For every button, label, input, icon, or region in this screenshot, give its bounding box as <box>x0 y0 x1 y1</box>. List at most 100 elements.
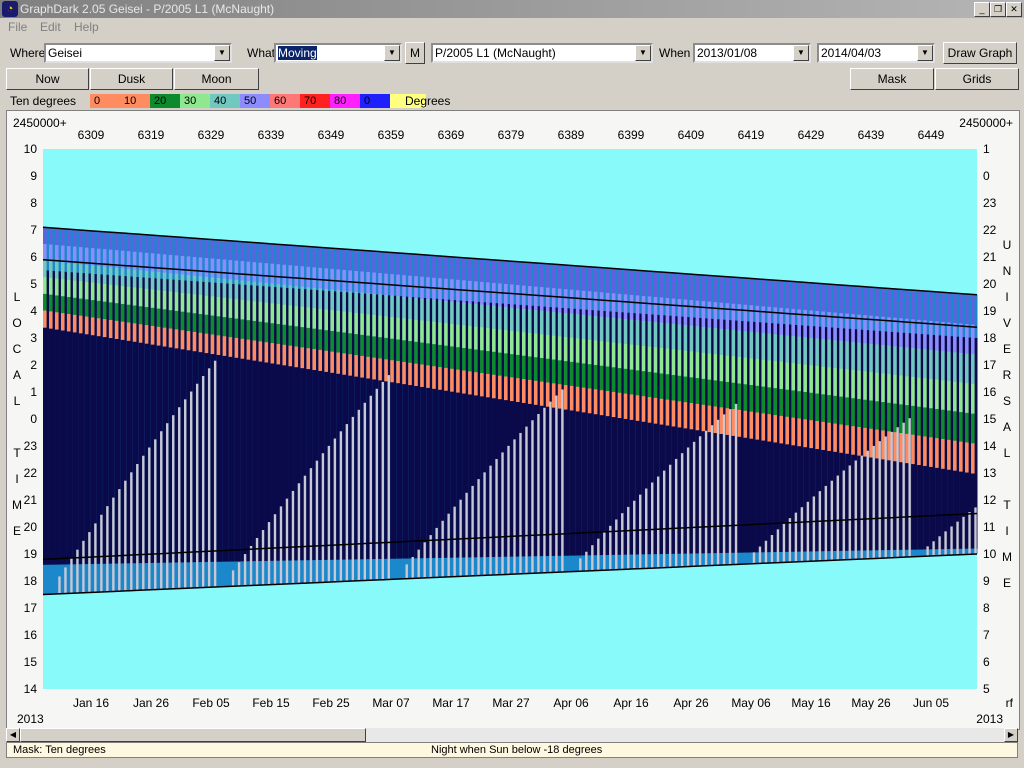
altitude-band <box>84 230 89 249</box>
altitude-band <box>228 260 233 280</box>
altitude-band <box>138 270 143 289</box>
mask-button[interactable]: Mask <box>850 68 934 90</box>
chevron-down-icon[interactable]: ▼ <box>635 45 651 61</box>
right-tick-label: 22 <box>983 223 997 237</box>
altitude-band <box>348 354 352 376</box>
moon-bar <box>650 482 654 569</box>
altitude-band <box>647 371 652 398</box>
altitude-band <box>318 349 323 371</box>
altitude-band <box>821 339 825 368</box>
altitude-band <box>414 319 418 343</box>
altitude-band <box>737 304 742 332</box>
draw-graph-button[interactable]: Draw Graph <box>943 42 1017 64</box>
what-select[interactable]: Moving ▼ <box>274 43 402 63</box>
altitude-band <box>917 377 921 408</box>
altitude-band <box>90 265 95 284</box>
altitude-band <box>312 308 317 330</box>
altitude-band <box>635 395 640 421</box>
altitude-band <box>132 251 137 271</box>
altitude-band <box>641 270 646 297</box>
altitude-band <box>150 271 155 291</box>
right-tick-label: 1 <box>983 142 990 156</box>
altitude-band <box>935 292 939 322</box>
altitude-band <box>450 279 454 303</box>
altitude-band <box>150 253 155 272</box>
altitude-band <box>611 367 616 393</box>
altitude-band <box>839 340 843 370</box>
altitude-band <box>234 318 239 339</box>
where-select[interactable]: Geisei ▼ <box>44 43 232 63</box>
close-button[interactable]: ✕ <box>1006 2 1022 17</box>
altitude-band <box>701 275 706 302</box>
altitude-band <box>240 319 245 340</box>
moon-bar <box>303 475 307 584</box>
app-icon[interactable]: ◔ <box>2 1 18 17</box>
altitude-band <box>863 343 867 373</box>
altitude-band <box>617 293 622 320</box>
moon-bar <box>674 458 678 568</box>
chart-area[interactable]: 10 9 8 7 6 5 4 3 2 1 0 23 22 21 20 19 18 17 16 15 14 1 0 23 22 21… <box>6 110 1020 730</box>
altitude-band <box>743 278 748 306</box>
moon-bar <box>118 489 121 592</box>
altitude-band <box>468 303 472 327</box>
altitude-band <box>126 286 131 306</box>
scroll-left-icon[interactable]: ◀ <box>6 728 20 742</box>
left-tick-label: 6 <box>30 250 37 264</box>
menu-edit[interactable]: Edit <box>40 20 61 34</box>
altitude-band <box>252 242 257 263</box>
altitude-band <box>198 332 203 353</box>
altitude-band <box>707 327 712 355</box>
altitude-band <box>258 242 263 264</box>
left-tick-label: 15 <box>24 655 38 669</box>
scroll-right-icon[interactable]: ▶ <box>1004 728 1018 742</box>
bottom-tick-label: Jun 05 <box>913 696 949 710</box>
altitude-band <box>815 393 819 422</box>
top-tick-label: 6389 <box>558 128 585 142</box>
chevron-down-icon[interactable]: ▼ <box>214 45 230 61</box>
restore-button[interactable]: ❐ <box>990 2 1006 17</box>
altitude-band <box>527 332 532 357</box>
altitude-band <box>102 301 107 320</box>
altitude-band <box>444 301 448 324</box>
altitude-band <box>174 292 179 312</box>
minimize-button[interactable]: _ <box>974 2 990 17</box>
moon-button[interactable]: Moon <box>174 68 259 90</box>
altitude-band <box>929 320 933 351</box>
chevron-down-icon[interactable]: ▼ <box>917 45 933 61</box>
altitude-band <box>450 301 454 325</box>
altitude-band <box>54 312 59 330</box>
altitude-band <box>504 330 508 354</box>
altitude-band <box>378 337 382 360</box>
menu-help[interactable]: Help <box>74 20 99 34</box>
altitude-band <box>462 347 466 372</box>
altitude-band <box>671 273 676 300</box>
altitude-band <box>689 325 694 353</box>
grids-button[interactable]: Grids <box>935 68 1019 90</box>
altitude-band <box>521 262 526 287</box>
dark-time-chart[interactable]: 1098765432102322212019181716151410232221… <box>7 111 1019 729</box>
altitude-band <box>755 359 760 387</box>
menu-file[interactable]: File <box>8 20 27 34</box>
left-axis-letter: M <box>12 498 22 512</box>
m-button[interactable]: M <box>405 42 425 64</box>
object-select[interactable]: P/2005 L1 (McNaught) ▼ <box>431 43 653 63</box>
altitude-band <box>539 287 544 312</box>
top-tick-label: 6399 <box>618 128 645 142</box>
altitude-band <box>863 286 867 316</box>
altitude-band <box>390 338 394 361</box>
chevron-down-icon[interactable]: ▼ <box>384 45 400 61</box>
dusk-button[interactable]: Dusk <box>90 68 173 90</box>
scroll-thumb[interactable] <box>20 728 366 742</box>
altitude-band <box>48 277 53 296</box>
moon-bar <box>824 485 828 561</box>
altitude-band <box>330 310 334 332</box>
moon-bar <box>345 424 349 582</box>
now-button[interactable]: Now <box>6 68 89 90</box>
bottom-tick-label: Apr 06 <box>553 696 589 710</box>
horizontal-scrollbar[interactable]: ◀ ▶ <box>6 728 1018 742</box>
altitude-band <box>510 354 514 378</box>
altitude-band <box>605 292 610 318</box>
start-date-select[interactable]: 2013/01/08 ▼ <box>693 43 811 63</box>
chevron-down-icon[interactable]: ▼ <box>793 45 809 61</box>
end-date-select[interactable]: 2014/04/03 ▼ <box>817 43 935 63</box>
